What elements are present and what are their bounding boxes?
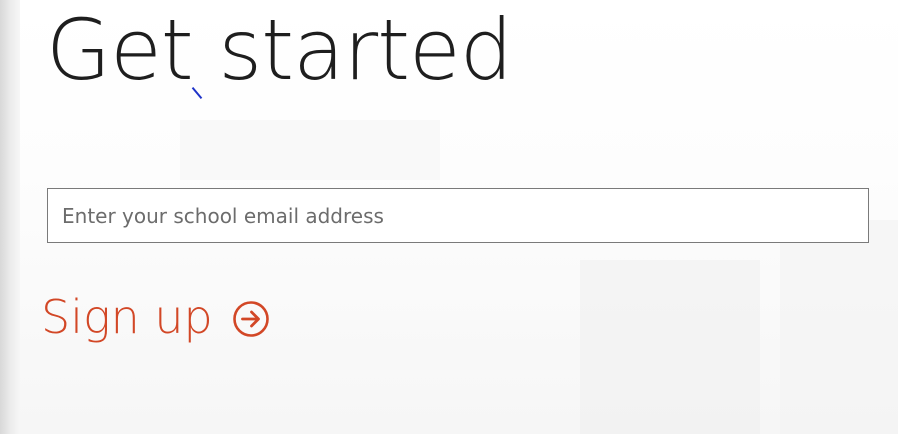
background-decoration bbox=[580, 260, 760, 434]
page-title: Get started bbox=[46, 1, 513, 99]
background-decoration bbox=[780, 220, 898, 434]
circle-arrow-right-icon bbox=[232, 301, 269, 337]
sign-up-button[interactable]: Sign up bbox=[41, 284, 271, 350]
sign-up-label: Sign up bbox=[41, 290, 213, 344]
left-edge-shadow bbox=[0, 0, 20, 434]
school-email-input[interactable] bbox=[47, 188, 869, 243]
background-decoration bbox=[180, 120, 440, 180]
